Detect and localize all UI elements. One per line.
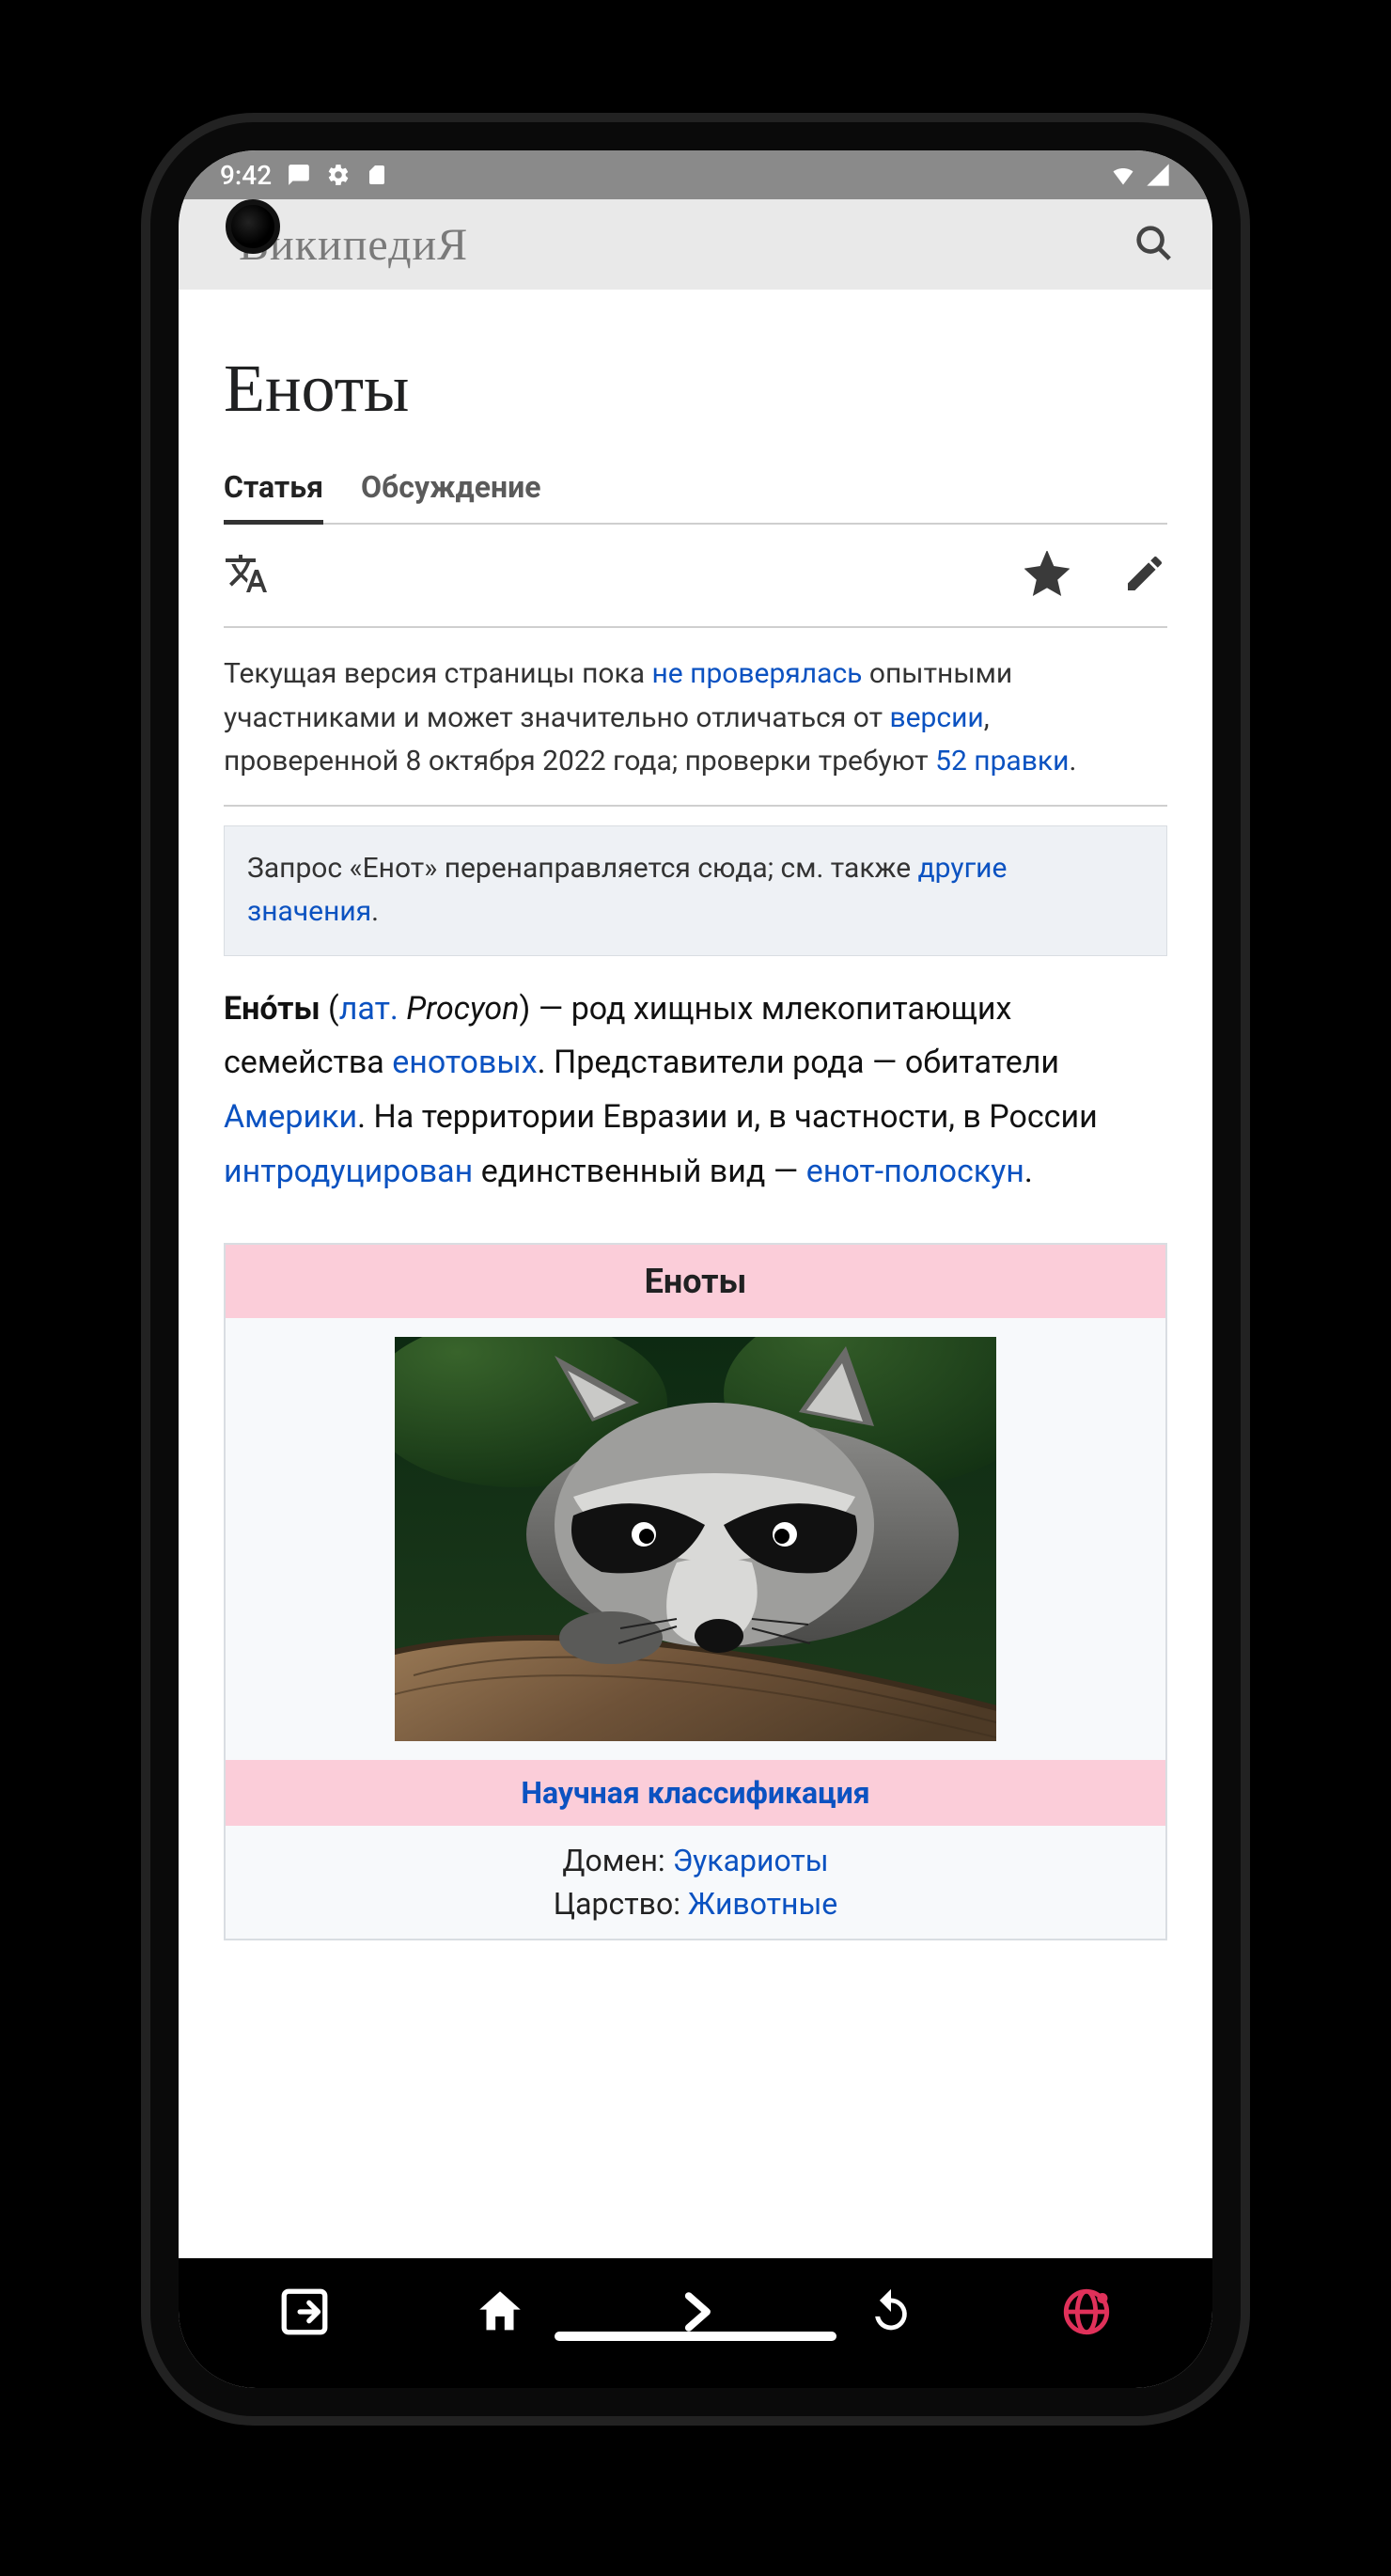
language-button[interactable] — [224, 551, 269, 600]
messages-icon — [287, 163, 311, 187]
infobox: Еноты — [224, 1243, 1167, 1940]
front-camera — [226, 199, 280, 254]
infobox-subtitle[interactable]: Научная классификация — [226, 1760, 1165, 1826]
tab-article[interactable]: Статья — [224, 460, 323, 525]
gesture-bar[interactable] — [555, 2332, 836, 2341]
home-icon — [473, 2285, 527, 2343]
page-actions — [224, 525, 1167, 628]
language-icon — [224, 582, 269, 600]
wifi-icon — [1107, 162, 1139, 188]
settings-icon — [326, 163, 351, 187]
article-content: Еноты Статья Обсуждение — [179, 290, 1212, 2258]
watch-button[interactable] — [1024, 551, 1070, 600]
lead-text: . На территории Евразии и, в частности, … — [357, 1098, 1098, 1136]
status-bar: 9:42 — [179, 150, 1212, 199]
search-icon — [1132, 250, 1175, 268]
exit-icon — [277, 2285, 332, 2343]
lead-link-species[interactable]: енот-полоскун — [806, 1153, 1024, 1190]
notice-text: . — [1069, 745, 1076, 778]
page-tabs: Статья Обсуждение — [224, 460, 1167, 525]
lead-latin: Procyon — [406, 990, 519, 1028]
raccoon-illustration — [395, 1337, 996, 1741]
search-button[interactable] — [1132, 221, 1175, 268]
taxo-row: Домен: Эукариоты — [226, 1839, 1165, 1882]
notice-link-version[interactable]: версии — [889, 701, 983, 734]
notice-link-edits[interactable]: 52 правки — [935, 745, 1069, 778]
lead-text: ( — [320, 990, 339, 1028]
lead-paragraph: Ено́ты (лат. Procyon) — род хищных млеко… — [224, 982, 1167, 1200]
refresh-icon — [864, 2285, 918, 2343]
nav-home-button[interactable] — [466, 2280, 534, 2348]
notice-link-unreviewed[interactable]: не проверялась — [651, 657, 862, 690]
app-header: ВикипедиЯ — [179, 199, 1212, 290]
lead-text: единственный вид — — [473, 1153, 806, 1190]
lead-text: . — [1024, 1153, 1033, 1190]
lead-link-family[interactable]: енотовых — [392, 1044, 537, 1081]
cell-signal-icon — [1145, 162, 1171, 188]
hatnote-text: . — [371, 895, 379, 928]
notice-text: Текущая версия страницы пока — [224, 657, 651, 690]
sd-card-icon — [366, 163, 388, 187]
star-icon — [1024, 582, 1070, 600]
screen: 9:42 — [179, 150, 1212, 2388]
globe-icon — [1059, 2285, 1114, 2343]
hatnote: Запрос «Енот» перенаправляется сюда; см.… — [224, 825, 1167, 956]
infobox-title: Еноты — [226, 1245, 1165, 1318]
page-title: Еноты — [224, 350, 1167, 428]
lead-link-america[interactable]: Америки — [224, 1098, 357, 1136]
lead-bold: Ено́ты — [224, 990, 320, 1028]
review-notice: Текущая версия страницы пока не проверял… — [224, 628, 1167, 807]
status-time: 9:42 — [220, 160, 272, 191]
lead-link-introduced[interactable]: интродуцирован — [224, 1153, 473, 1190]
taxo-label: Царство: — [554, 1886, 680, 1922]
nav-globe-button[interactable] — [1053, 2280, 1120, 2348]
tab-talk[interactable]: Обсуждение — [361, 460, 541, 523]
infobox-image[interactable] — [226, 1318, 1165, 1760]
infobox-subtitle-text: Научная классификация — [521, 1775, 869, 1811]
edit-button[interactable] — [1122, 551, 1167, 600]
lead-link-lat[interactable]: лат. — [339, 990, 399, 1028]
taxo-row: Царство: Животные — [226, 1882, 1165, 1925]
nav-refresh-button[interactable] — [857, 2280, 925, 2348]
nav-exit-button[interactable] — [271, 2280, 338, 2348]
taxonomy: Домен: Эукариоты Царство: Животные — [226, 1826, 1165, 1939]
hatnote-text: Запрос «Енот» перенаправляется сюда; см.… — [247, 852, 918, 885]
phone-frame: 9:42 — [150, 122, 1241, 2416]
lead-text: . Представители рода — обитатели — [538, 1044, 1059, 1081]
taxo-link-kingdom[interactable]: Животные — [688, 1886, 837, 1922]
pencil-icon — [1122, 582, 1167, 600]
taxo-label: Домен: — [562, 1843, 664, 1878]
taxo-link-domain[interactable]: Эукариоты — [673, 1843, 829, 1878]
bottom-nav — [179, 2258, 1212, 2388]
